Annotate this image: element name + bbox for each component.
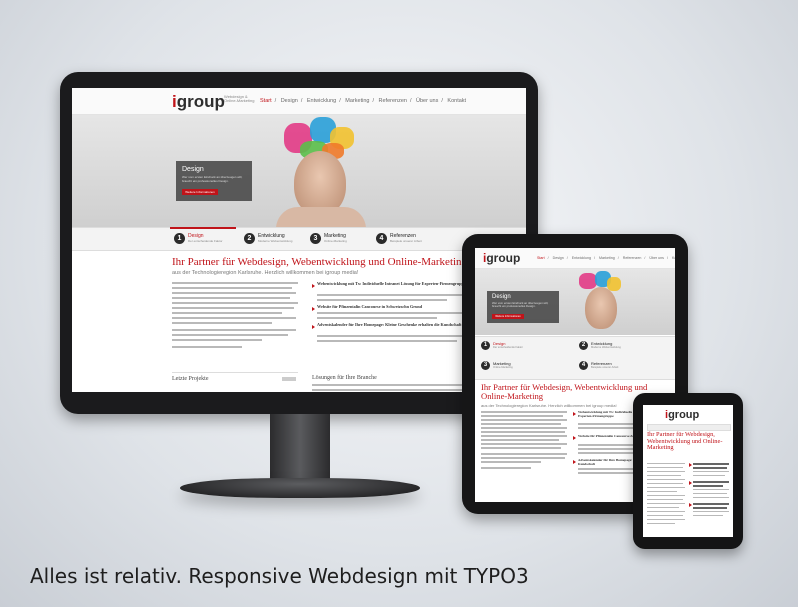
main-headline: Ihr Partner für Webdesign, Webentwicklun… (172, 256, 468, 268)
nav-item-start[interactable]: Start (260, 98, 272, 104)
smartphone-device: igroup Ihr Partner für Webdesign, Webent… (633, 393, 743, 549)
nav-item-ueber-uns[interactable]: Über uns (416, 98, 438, 104)
latest-projects-box: Letzte Projekte (172, 372, 298, 392)
site-logo[interactable]: igroup (172, 92, 225, 112)
industry-solutions-box: Lösungen für Ihre Branche (312, 372, 482, 392)
news-bullet-icon (689, 463, 692, 467)
nav-item-start[interactable]: Start (537, 256, 545, 260)
nav-item-referenzen[interactable]: Referenzen (623, 256, 642, 260)
tablet-step-grid: 1 Design Der entscheidende Faktor 2 Entw… (475, 336, 675, 380)
step-sub: Online-Marketing (493, 366, 513, 369)
news-item-title[interactable]: Adventskalender für Ihre Homepage: Klein… (317, 322, 477, 327)
hero-more-button[interactable]: Weitere Informationen (492, 314, 524, 319)
step-sub: Der entscheidende Faktor (188, 239, 223, 243)
step-number: 4 (579, 361, 588, 370)
hero-text: Wer vom ersten Eindruck an überzeugen wi… (182, 175, 243, 183)
news-bullet-icon (689, 481, 692, 485)
tablet-nav: Start / Design / Entwicklung / Marketing / R… (537, 256, 675, 260)
phone-headline: Ihr Partner für Webdesign, Webentwicklun… (647, 431, 723, 452)
hero-content-box: Design Wer vom ersten Eindruck an überze… (176, 161, 252, 201)
news-item-title[interactable]: Website für Pfinzentalin Cancourse in Sc… (317, 304, 477, 309)
step-sub: Der entscheidende Faktor (493, 346, 523, 349)
step-number: 3 (481, 361, 490, 370)
main-subline: aus der Technologieregion Karlsruhe. Her… (172, 270, 359, 276)
phone-menu-bar[interactable] (647, 424, 731, 431)
news-bullet-icon (573, 436, 576, 440)
nav-item-kontakt[interactable]: Kontakt (447, 98, 466, 104)
phone-logo[interactable]: igroup (665, 409, 699, 421)
carousel-arrows-icon[interactable] (282, 377, 296, 381)
active-step-indicator (170, 227, 236, 229)
step-number: 1 (174, 233, 185, 244)
monitor-stand-base (180, 478, 420, 498)
news-bullet-icon (312, 325, 315, 329)
nav-item-design[interactable]: Design (281, 98, 298, 104)
nav-item-ueber-uns[interactable]: Über uns (649, 256, 664, 260)
step-sub: Beispiele unserer Arbeit (390, 239, 422, 243)
logo-tagline: Webdesign & Online-Marketing (224, 94, 255, 104)
nav-item-marketing[interactable]: Marketing (345, 98, 369, 104)
site-header: igroup Webdesign & Online-Marketing Start… (72, 88, 526, 115)
news-bullet-icon (573, 412, 576, 416)
hero-title: Design (492, 294, 511, 300)
monitor-stand-neck (270, 414, 330, 484)
step-sub: Moderne Webentwicklung (591, 346, 621, 349)
step-number: 2 (244, 233, 255, 244)
person-shoulders (276, 207, 366, 227)
step-sub: Moderne Webentwicklung (258, 239, 293, 243)
news-item-title[interactable]: Webentwicklung mit Tx: Individuelle Intr… (317, 281, 477, 286)
tablet-hero-box: Design Wer vom ersten Eindruck an überze… (487, 291, 559, 323)
tablet-hero: Design Wer vom ersten Eindruck an überze… (475, 269, 675, 335)
step-number: 4 (376, 233, 387, 244)
person-head-image (585, 287, 617, 329)
nav-item-design[interactable]: Design (553, 256, 564, 260)
nav-item-referenzen[interactable]: Referenzen (379, 98, 407, 104)
news-bullet-icon (573, 460, 576, 464)
hero-text: Wer vom ersten Eindruck an überzeugen wi… (492, 301, 549, 309)
step-sub: Beispiele unserer Arbeit (591, 366, 619, 369)
main-nav: Start / Design / Entwicklung / Marketing / R… (260, 98, 467, 104)
latest-projects-title: Letzte Projekte (172, 376, 209, 382)
smartphone-screen: igroup Ihr Partner für Webdesign, Webent… (643, 405, 733, 537)
step-number: 3 (310, 233, 321, 244)
step-number: 2 (579, 341, 588, 350)
nav-item-entwicklung[interactable]: Entwicklung (307, 98, 336, 104)
news-bullet-icon (312, 307, 315, 311)
person-head-image (294, 151, 346, 215)
tablet-logo[interactable]: igroup (483, 251, 520, 265)
nav-item-entwicklung[interactable]: Entwicklung (572, 256, 591, 260)
nav-item-kontakt[interactable]: Kontakt (672, 256, 675, 260)
step-sub: Online-Marketing (324, 239, 347, 243)
news-bullet-icon (689, 503, 692, 507)
hero-title: Design (182, 166, 204, 173)
hero-banner: Design Wer vom ersten Eindruck an überze… (72, 115, 526, 227)
nav-item-marketing[interactable]: Marketing (599, 256, 615, 260)
step-number: 1 (481, 341, 490, 350)
step-navigation: 1 Design Der entscheidende Faktor 2 Entw… (72, 227, 526, 251)
industry-solutions-title: Lösungen für Ihre Branche (312, 375, 377, 381)
tablet-site-header: igroup Start / Design / Entwicklung / Marke… (475, 248, 675, 269)
hero-more-button[interactable]: Weitere Informationen (182, 189, 218, 195)
desktop-screen: igroup Webdesign & Online-Marketing Start… (72, 88, 526, 392)
news-bullet-icon (312, 284, 315, 288)
image-caption: Alles ist relativ. Responsive Webdesign … (30, 564, 529, 588)
